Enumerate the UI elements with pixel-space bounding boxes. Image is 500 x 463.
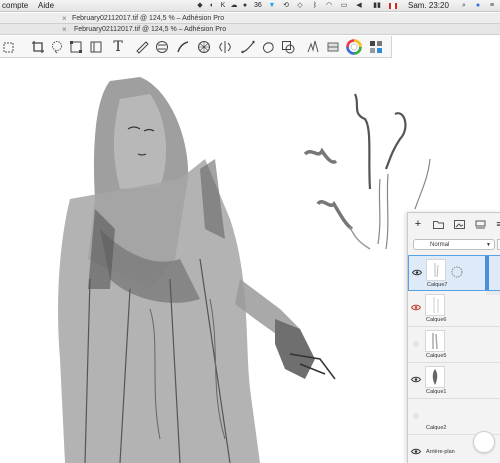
text-icon[interactable]: T — [110, 39, 126, 55]
menu-aide[interactable]: Aide — [38, 0, 54, 11]
hidden-layer-dot-icon[interactable] — [413, 413, 419, 419]
canada-flag-icon[interactable] — [389, 3, 397, 9]
layer-name: Calque5 — [426, 353, 447, 359]
close-window-icon[interactable]: × — [62, 24, 67, 35]
layer-row-calque6[interactable]: Calque6 — [408, 291, 500, 327]
volume-icon[interactable]: ◀ — [355, 2, 363, 10]
battery-icon[interactable]: ▮▮ — [371, 2, 383, 10]
blend-mode-value: Normal — [430, 242, 450, 248]
eye-icon[interactable] — [412, 269, 422, 276]
shield-icon[interactable]: ◇ — [296, 2, 304, 10]
add-layer-icon[interactable] — [0, 39, 16, 55]
airplay-icon[interactable]: ▭ — [340, 2, 348, 10]
copy-icon[interactable] — [280, 39, 296, 55]
layer-thumbnail — [425, 330, 445, 352]
perspective-icon[interactable] — [88, 39, 104, 55]
layer-name: Calque1 — [426, 389, 447, 395]
twitter-icon[interactable]: ▼ — [268, 2, 276, 10]
crop-icon[interactable] — [30, 39, 46, 55]
eye-icon[interactable] — [411, 448, 421, 455]
layer-row-calque7[interactable]: Calque7 — [408, 255, 500, 291]
hidden-layer-dot-icon[interactable] — [413, 341, 419, 347]
background-color-swatch[interactable] — [473, 431, 495, 453]
menu-bar: compte Aide ◆ ◐ K ☁ ● 36 ▼ ⟲ ◇ ᛒ ◠ ▭ ◀ ▮… — [0, 0, 500, 12]
layers-menu-icon[interactable]: ≡ — [493, 218, 500, 230]
layer-row-calque5[interactable]: Calque5 — [408, 327, 500, 363]
layer-thumbnail — [426, 259, 446, 281]
wifi-icon[interactable]: ◠ — [325, 2, 333, 10]
bluetooth-icon[interactable]: ᛒ — [311, 2, 319, 10]
siri-icon[interactable]: ● — [474, 2, 482, 10]
tool-bar: T — [0, 36, 392, 58]
symmetry-icon[interactable] — [217, 39, 233, 55]
selection-marker — [485, 256, 489, 290]
status-dot-icon[interactable]: ● — [241, 2, 249, 10]
layer-row-calque2[interactable]: Calque2 — [408, 399, 500, 435]
shapes-icon[interactable] — [154, 39, 170, 55]
brush-fx-icon[interactable] — [175, 39, 191, 55]
add-layer-plus-icon[interactable]: + — [412, 218, 424, 230]
color-wheel-icon[interactable] — [346, 39, 362, 55]
image-layer-icon[interactable] — [453, 218, 465, 230]
layer-name: Calque2 — [426, 425, 447, 431]
layer-name: Calque6 — [426, 317, 447, 323]
window-title: February02112017.tif @ 124,5 % – Adhésio… — [74, 26, 227, 33]
close-tab-icon[interactable]: × — [62, 13, 67, 24]
layer-thumbnail — [425, 366, 445, 388]
brush-library-icon[interactable] — [305, 39, 321, 55]
grid-fill-icon[interactable] — [196, 39, 212, 55]
layer-name: Calque7 — [427, 282, 448, 288]
layer-name: Arrière-plan — [426, 449, 455, 455]
eye-icon[interactable] — [411, 304, 421, 311]
curve-icon[interactable] — [240, 39, 256, 55]
document-tab-bar: × February02112017.tif @ 124,5 % – Adhés… — [0, 13, 500, 24]
blend-mode-select[interactable]: Normal ▼ — [413, 239, 495, 250]
document-title[interactable]: February02112017.tif @ 124,5 % – Adhésio… — [72, 13, 224, 24]
merge-layer-icon[interactable] — [474, 218, 486, 230]
eye-icon[interactable] — [411, 376, 421, 383]
eraser-icon[interactable] — [325, 39, 341, 55]
layer-row-calque1[interactable]: Calque1 — [408, 363, 500, 399]
cloud-icon[interactable]: ☁ — [230, 2, 238, 10]
app-k-icon[interactable]: K — [219, 2, 227, 10]
swatches-icon[interactable] — [368, 39, 384, 55]
notification-count: 36 — [254, 2, 262, 9]
menubar-clock[interactable]: Sam. 23:20 — [408, 0, 449, 11]
notification-center-icon[interactable]: ≡ — [488, 2, 496, 10]
blob-icon[interactable] — [260, 39, 276, 55]
layer-thumbnail — [425, 294, 445, 316]
dashed-circle-icon — [451, 266, 463, 278]
new-folder-icon[interactable] — [432, 218, 444, 230]
time-machine-icon[interactable]: ⟲ — [282, 2, 290, 10]
layers-panel: + ≡ Normal ▼ Calque7 Calque6 Calque5 Cal… — [407, 212, 500, 463]
spotlight-icon[interactable]: ⌕ — [460, 2, 468, 10]
ruler-icon[interactable] — [134, 39, 150, 55]
lasso-select-icon[interactable] — [49, 39, 65, 55]
dropbox-icon[interactable]: ◆ — [196, 2, 204, 10]
evernote-icon[interactable]: ◐ — [208, 2, 216, 10]
transform-icon[interactable] — [68, 39, 84, 55]
chevron-down-icon: ▼ — [486, 242, 491, 248]
menu-compte[interactable]: compte — [2, 0, 28, 11]
document-window-title-bar: × February02112017.tif @ 124,5 % – Adhés… — [0, 24, 500, 35]
